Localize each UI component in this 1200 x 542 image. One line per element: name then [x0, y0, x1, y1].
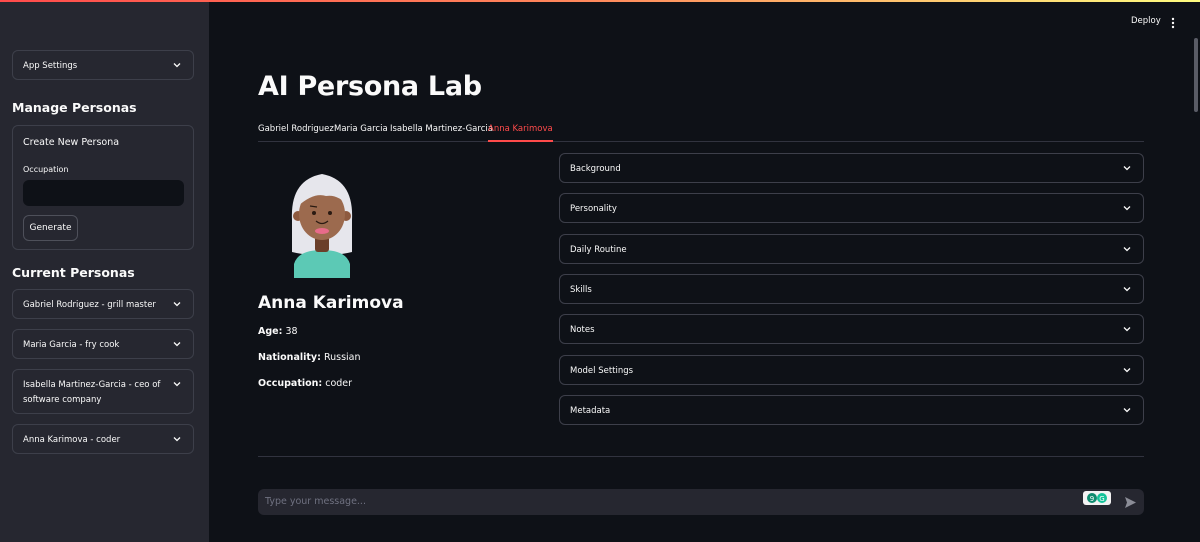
grammarly-extension-icon[interactable]: 9 G [1083, 491, 1111, 505]
chevron-down-icon [1122, 324, 1132, 334]
persona-tabs: Gabriel Rodriguez Maria Garcia Isabella … [258, 122, 1144, 142]
occupation-input[interactable] [23, 180, 184, 206]
chat-placeholder: Type your message... [265, 496, 366, 507]
occupation-field: Occupation: coder [258, 378, 352, 389]
top-decoration-bar [0, 0, 1200, 2]
main-content: Deploy AI Persona Lab Gabriel Rodriguez … [209, 0, 1200, 542]
send-icon[interactable] [1124, 496, 1137, 509]
persona-expander-label: Maria Garcia - fry cook [23, 340, 120, 350]
section-label: Personality [570, 204, 617, 214]
occupation-label: Occupation: [258, 378, 323, 389]
create-persona-form: Create New Persona Occupation Generate [12, 125, 194, 250]
deploy-button[interactable]: Deploy [1131, 16, 1161, 26]
persona-expander-label: Isabella Martinez-Garcia - ceo of softwa… [23, 380, 161, 405]
occupation-label: Occupation [23, 165, 69, 174]
chevron-down-icon [172, 339, 182, 349]
section-label: Model Settings [570, 366, 634, 376]
nationality-field: Nationality: Russian [258, 352, 361, 363]
persona-name: Anna Karimova [258, 293, 404, 313]
chat-input[interactable]: Type your message... 9 G [258, 489, 1144, 515]
kebab-menu-icon[interactable] [1169, 15, 1177, 29]
tab-isabella-martinez-garcia[interactable]: Isabella Martinez-Garcia [390, 122, 493, 142]
persona-avatar [291, 174, 353, 278]
chevron-down-icon [172, 379, 182, 389]
tab-anna-karimova[interactable]: Anna Karimova [488, 122, 553, 142]
section-label: Metadata [570, 406, 611, 416]
generate-button[interactable]: Generate [23, 215, 78, 241]
chevron-down-icon [1122, 203, 1132, 213]
chevron-down-icon [1122, 365, 1132, 375]
page-title: AI Persona Lab [258, 71, 482, 102]
chevron-down-icon [1122, 244, 1132, 254]
chevron-down-icon [1122, 163, 1132, 173]
background-expander[interactable]: Background [559, 153, 1144, 183]
section-label: Background [570, 164, 621, 174]
chevron-down-icon [172, 60, 182, 70]
skills-expander[interactable]: Skills [559, 274, 1144, 304]
svg-text:G: G [1099, 495, 1104, 503]
current-personas-heading: Current Personas [12, 265, 135, 280]
age-field: Age: 38 [258, 326, 298, 337]
persona-expander-maria[interactable]: Maria Garcia - fry cook [12, 329, 194, 359]
section-label: Daily Routine [570, 245, 627, 255]
manage-personas-heading: Manage Personas [12, 100, 137, 115]
nationality-value: Russian [323, 352, 361, 363]
app-settings-expander[interactable]: App Settings [12, 50, 194, 80]
age-label: Age: [258, 326, 283, 337]
chevron-down-icon [172, 434, 182, 444]
persona-expander-label: Gabriel Rodriguez - grill master [23, 300, 156, 310]
occupation-value: coder [325, 378, 353, 389]
chevron-down-icon [1122, 405, 1132, 415]
scrollbar[interactable] [1194, 38, 1198, 112]
persona-expander-isabella[interactable]: Isabella Martinez-Garcia - ceo of softwa… [12, 369, 194, 414]
persona-expander-gabriel[interactable]: Gabriel Rodriguez - grill master [12, 289, 194, 319]
chevron-down-icon [1122, 284, 1132, 294]
sidebar: App Settings Manage Personas Create New … [0, 0, 209, 542]
daily-routine-expander[interactable]: Daily Routine [559, 234, 1144, 264]
notes-expander[interactable]: Notes [559, 314, 1144, 344]
age-value: 38 [285, 326, 298, 337]
tab-maria-garcia[interactable]: Maria Garcia [334, 122, 388, 142]
tab-gabriel-rodriguez[interactable]: Gabriel Rodriguez [258, 122, 334, 142]
app-settings-label: App Settings [23, 61, 78, 71]
metadata-expander[interactable]: Metadata [559, 395, 1144, 425]
section-label: Notes [570, 325, 595, 335]
persona-expander-label: Anna Karimova - coder [23, 435, 121, 445]
divider [258, 456, 1144, 457]
personality-expander[interactable]: Personality [559, 193, 1144, 223]
persona-expander-anna[interactable]: Anna Karimova - coder [12, 424, 194, 454]
svg-text:9: 9 [1090, 495, 1094, 503]
nationality-label: Nationality: [258, 352, 321, 363]
section-label: Skills [570, 285, 592, 295]
chevron-down-icon [172, 299, 182, 309]
model-settings-expander[interactable]: Model Settings [559, 355, 1144, 385]
create-persona-title: Create New Persona [23, 137, 120, 148]
